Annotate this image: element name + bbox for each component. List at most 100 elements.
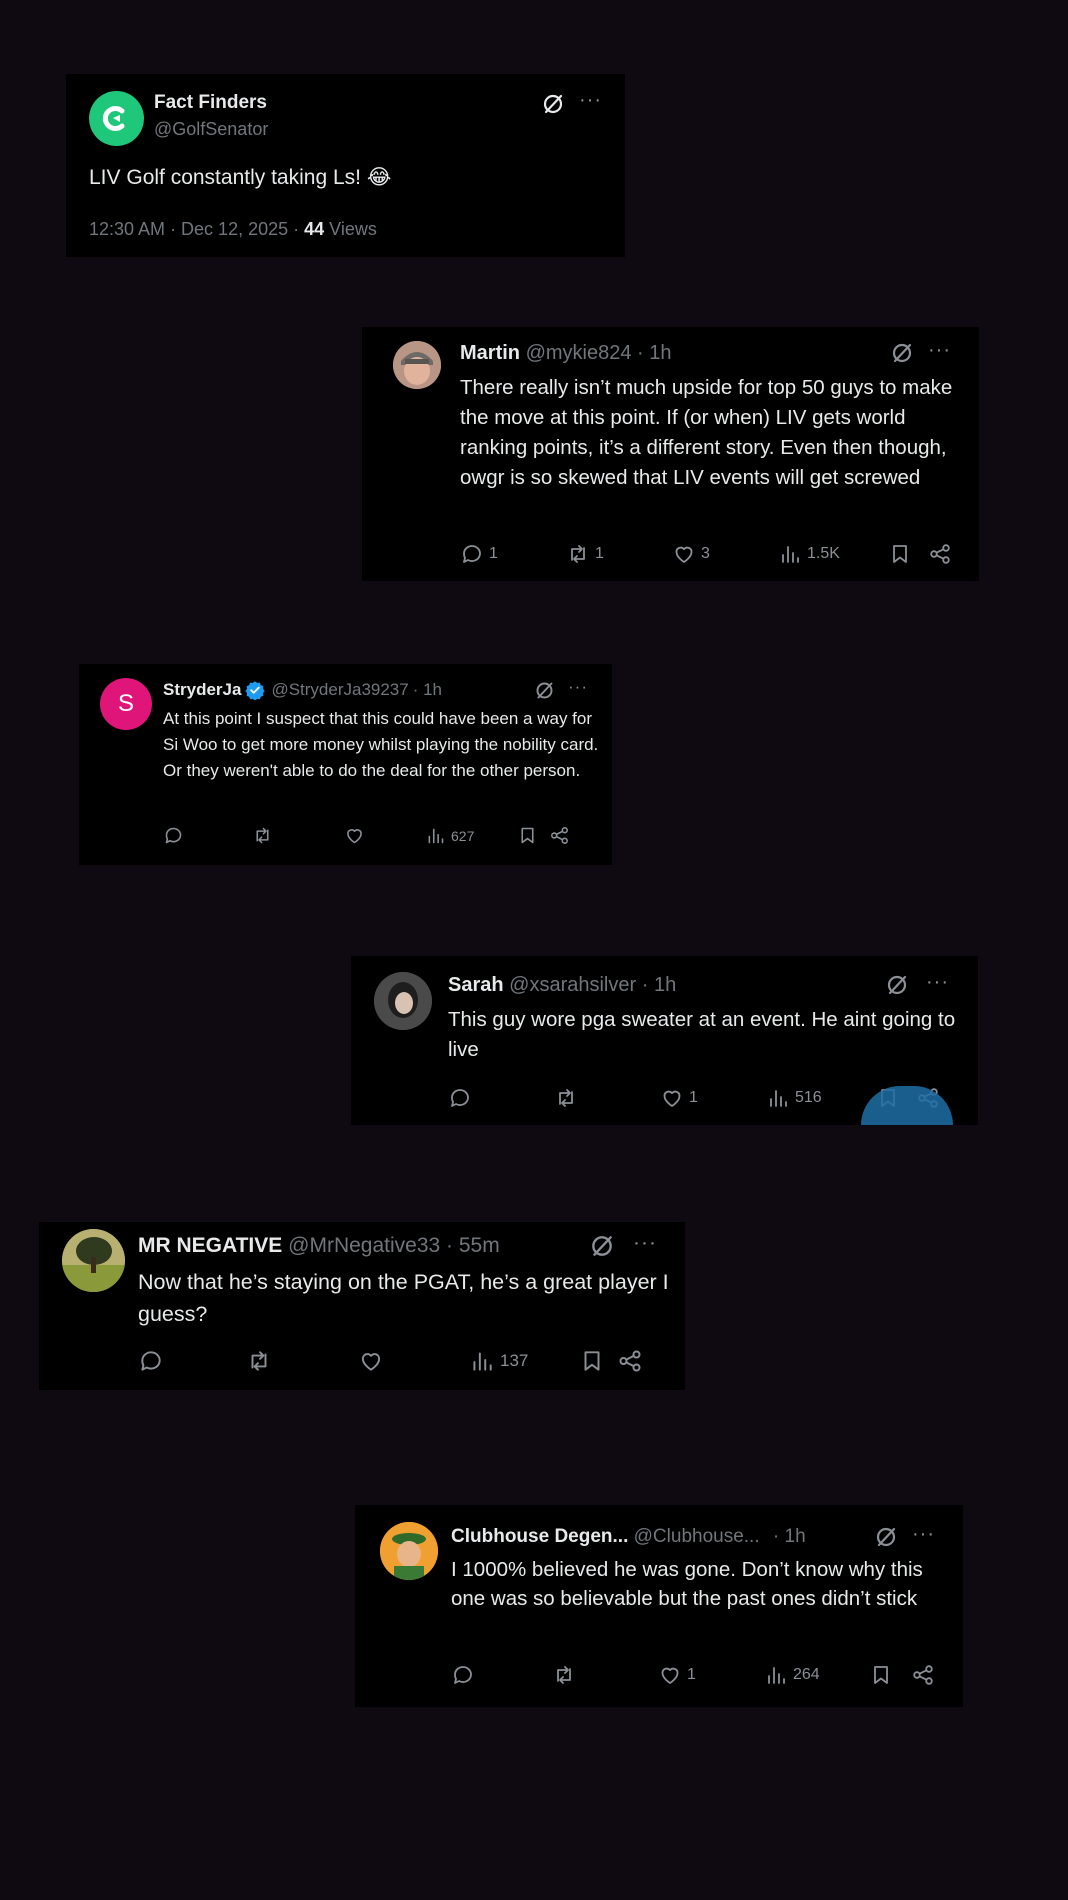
avatar-letter: S — [117, 690, 134, 717]
repost-button[interactable] — [252, 825, 344, 846]
post-meta: 12:30 AM · Dec 12, 2025 · 44 Views — [89, 219, 377, 240]
post-time[interactable]: · 1h — [637, 342, 671, 364]
views-chart-icon — [473, 1352, 492, 1371]
grok-icon[interactable] — [885, 973, 909, 1002]
grok-icon[interactable] — [874, 1525, 898, 1554]
more-options-button[interactable]: ··· — [928, 339, 951, 362]
views-button[interactable]: 1.5K — [778, 542, 888, 566]
post-text: LIV Golf constantly taking Ls! 😂 — [89, 165, 391, 190]
more-options-button[interactable]: ··· — [926, 971, 949, 994]
handle[interactable]: @mykie824 — [526, 342, 632, 364]
avatar[interactable] — [374, 972, 432, 1030]
bookmark-icon — [874, 1666, 888, 1684]
post-time[interactable]: · 55m — [446, 1234, 500, 1257]
views-button[interactable]: 627 — [425, 825, 517, 846]
like-button[interactable] — [344, 825, 425, 846]
share-button[interactable] — [617, 1348, 643, 1374]
reply-card-stryderja[interactable]: S StryderJa @StryderJa39237 · 1h ··· At … — [79, 664, 612, 865]
reply-icon — [141, 1351, 161, 1371]
display-name[interactable]: Clubhouse Degen... — [451, 1526, 628, 1547]
grok-icon[interactable] — [890, 341, 914, 370]
grok-icon[interactable] — [541, 92, 565, 121]
reply-text: I 1000% believed he was gone. Don’t know… — [451, 1558, 923, 1610]
repost-button[interactable] — [552, 1663, 658, 1687]
share-button[interactable] — [549, 825, 570, 846]
views-button[interactable]: 137 — [469, 1348, 579, 1374]
action-bar: 627 — [163, 825, 570, 846]
reply-card-sarah[interactable]: Sarah @xsarahsilver · 1h ··· This guy wo… — [351, 956, 978, 1125]
reply-header: MR NEGATIVE @MrNegative33 · 55m — [138, 1234, 500, 1258]
reply-card-clubhouse-degen[interactable]: Clubhouse Degen... @Clubhouse... · 1h ··… — [355, 1505, 963, 1707]
display-name[interactable]: Martin — [460, 342, 520, 364]
reply-button[interactable]: 1 — [460, 542, 566, 566]
repost-button[interactable] — [554, 1086, 660, 1110]
timestamp[interactable]: 12:30 AM · Dec 12, 2025 · — [89, 219, 304, 239]
fact-finders-logo-icon — [102, 106, 125, 131]
more-options-button[interactable]: ··· — [579, 89, 602, 112]
bookmark-icon — [584, 1351, 600, 1371]
reply-header: Martin @mykie824 · 1h — [460, 342, 672, 365]
avatar[interactable] — [62, 1229, 125, 1292]
post-time[interactable]: · 1h — [773, 1526, 806, 1547]
reply-card-martin[interactable]: Martin @mykie824 · 1h ··· There really i… — [362, 327, 979, 581]
display-name[interactable]: StryderJa — [163, 680, 241, 700]
repost-button[interactable]: 1 — [566, 542, 672, 566]
reply-icon — [451, 1089, 469, 1107]
martin-avatar-photo-icon — [393, 341, 441, 389]
more-options-button[interactable]: ··· — [568, 677, 588, 697]
display-name[interactable]: Fact Finders — [154, 92, 267, 114]
mr-negative-avatar-photo-icon — [62, 1229, 125, 1292]
share-button[interactable] — [928, 542, 952, 566]
handle[interactable]: @Clubhouse... — [634, 1526, 760, 1547]
views-chart-icon — [782, 546, 799, 563]
avatar[interactable] — [393, 341, 441, 389]
bookmark-button[interactable] — [888, 542, 928, 566]
handle[interactable]: @MrNegative33 — [288, 1234, 440, 1257]
views-count: 137 — [500, 1351, 529, 1370]
bookmark-button[interactable] — [869, 1663, 911, 1687]
reply-text: This guy wore pga sweater at an event. H… — [448, 1008, 956, 1061]
views-label: Views — [324, 219, 377, 239]
share-button[interactable] — [911, 1663, 935, 1687]
heart-icon — [675, 546, 693, 563]
bookmark-icon — [521, 827, 534, 844]
display-name[interactable]: Sarah — [448, 974, 504, 996]
repost-icon — [251, 1351, 267, 1371]
reply-button[interactable] — [138, 1348, 246, 1374]
like-button[interactable]: 1 — [660, 1086, 766, 1110]
action-bar: 137 — [138, 1348, 643, 1374]
avatar[interactable] — [89, 91, 144, 146]
views-button[interactable]: 264 — [764, 1663, 869, 1687]
grok-icon[interactable] — [589, 1233, 615, 1264]
reply-card-mr-negative[interactable]: MR NEGATIVE @MrNegative33 · 55m ··· Now … — [39, 1222, 685, 1390]
post-time[interactable]: · 1h — [642, 974, 676, 996]
more-options-button[interactable]: ··· — [633, 1231, 657, 1255]
reply-button[interactable] — [448, 1086, 554, 1110]
handle[interactable]: @xsarahsilver — [509, 974, 636, 996]
post-time[interactable]: · 1h — [413, 680, 442, 700]
bookmark-icon — [893, 545, 907, 563]
like-button[interactable] — [358, 1348, 469, 1374]
more-options-button[interactable]: ··· — [912, 1523, 935, 1546]
avatar[interactable] — [380, 1522, 438, 1580]
display-name[interactable]: MR NEGATIVE — [138, 1234, 282, 1257]
grok-icon[interactable] — [534, 680, 555, 706]
avatar[interactable]: S — [100, 678, 152, 730]
handle[interactable]: @GolfSenator — [154, 119, 268, 140]
bookmark-button[interactable] — [517, 825, 549, 846]
repost-button[interactable] — [246, 1348, 358, 1374]
views-chart-icon — [428, 828, 444, 844]
views-button[interactable]: 516 — [766, 1086, 876, 1110]
reply-count: 1 — [489, 545, 498, 562]
handle[interactable]: @StryderJa39237 — [271, 680, 408, 700]
like-button[interactable]: 1 — [658, 1663, 764, 1687]
views-count: 264 — [793, 1666, 820, 1683]
reply-text: There really isn’t much upside for top 5… — [460, 376, 953, 489]
main-post-card[interactable]: Fact Finders @GolfSenator ··· LIV Golf c… — [66, 74, 625, 257]
reply-button[interactable] — [451, 1663, 552, 1687]
bookmark-button[interactable] — [579, 1348, 617, 1374]
repost-icon — [571, 545, 585, 563]
reply-button[interactable] — [163, 825, 252, 846]
like-button[interactable]: 3 — [672, 542, 778, 566]
tears-of-joy-emoji-icon: 😂 — [366, 166, 392, 189]
